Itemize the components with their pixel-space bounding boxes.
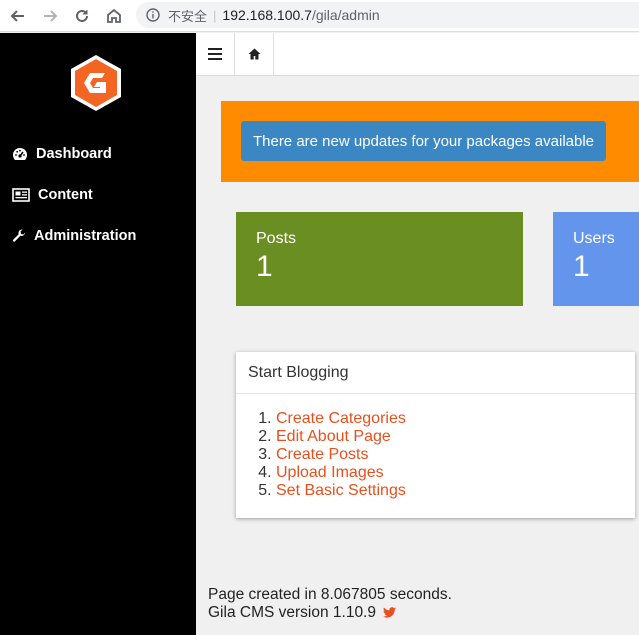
address-bar[interactable]: 不安全 | 192.168.100.7/gila/admin <box>136 2 639 28</box>
home-outline-icon <box>107 8 121 23</box>
hamburger-icon <box>208 48 222 60</box>
start-blogging-card: Start Blogging Create Categories Edit Ab… <box>236 352 635 518</box>
sidebar-item-administration[interactable]: Administration <box>12 225 136 247</box>
set-basic-settings-link[interactable]: Set Basic Settings <box>276 482 406 499</box>
card-title: Start Blogging <box>236 352 635 394</box>
version-line: Gila CMS version 1.10.9 <box>208 604 452 622</box>
upload-images-link[interactable]: Upload Images <box>276 464 384 481</box>
update-banner: There are new updates for your packages … <box>221 101 639 182</box>
stat-value: 1 <box>573 250 590 283</box>
sidebar-item-label: Content <box>38 187 93 203</box>
tachometer-icon <box>13 148 27 160</box>
updates-available-button[interactable]: There are new updates for your packages … <box>241 121 606 161</box>
list-item: Edit About Page <box>276 428 635 446</box>
arrow-left-icon <box>10 10 24 22</box>
list-item: Upload Images <box>276 464 635 482</box>
page-created-text: Page created in 8.067805 seconds. <box>208 586 452 603</box>
browser-home-button[interactable] <box>102 4 126 28</box>
gila-logo <box>71 55 121 111</box>
reload-icon <box>76 9 88 22</box>
url-path: /gila/admin <box>311 7 380 23</box>
create-categories-link[interactable]: Create Categories <box>276 410 406 427</box>
home-button[interactable] <box>235 33 274 75</box>
stat-label: Posts <box>256 230 297 247</box>
home-icon <box>248 48 260 60</box>
sidebar-item-label: Administration <box>34 228 137 244</box>
twitter-icon[interactable] <box>383 607 397 618</box>
browser-toolbar: 不安全 | 192.168.100.7/gila/admin <box>0 0 639 32</box>
posts-stat-card[interactable]: Posts 1 <box>236 212 523 306</box>
info-icon <box>146 8 160 22</box>
edit-about-page-link[interactable]: Edit About Page <box>276 428 391 445</box>
back-button[interactable] <box>6 4 30 28</box>
sidebar-item-dashboard[interactable]: Dashboard <box>12 143 112 165</box>
menu-toggle-button[interactable] <box>196 33 235 75</box>
start-blogging-list: Create Categories Edit About Page Create… <box>236 394 635 500</box>
url-host: 192.168.100.7 <box>222 7 312 23</box>
forward-button[interactable] <box>38 4 62 28</box>
list-item: Create Posts <box>276 446 635 464</box>
page-footer: Page created in 8.067805 seconds. Gila C… <box>208 586 452 622</box>
list-item: Create Categories <box>276 410 635 428</box>
divider: | <box>213 7 217 23</box>
create-posts-link[interactable]: Create Posts <box>276 446 368 463</box>
top-toolbar <box>196 33 639 76</box>
reload-button[interactable] <box>70 4 94 28</box>
security-label: 不安全 <box>168 8 208 24</box>
users-stat-card[interactable]: Users 1 <box>553 212 639 306</box>
newspaper-icon <box>12 188 30 202</box>
sidebar: Dashboard Content Administration <box>0 33 196 635</box>
sidebar-item-label: Dashboard <box>36 146 112 162</box>
main-content: There are new updates for your packages … <box>196 76 639 635</box>
stat-value: 1 <box>256 250 273 283</box>
arrow-right-icon <box>44 10 58 22</box>
list-item: Set Basic Settings <box>276 482 635 500</box>
stat-label: Users <box>573 230 615 247</box>
wrench-icon <box>12 229 25 242</box>
version-text: Gila CMS version 1.10.9 <box>208 604 376 621</box>
sidebar-item-content[interactable]: Content <box>12 184 93 206</box>
